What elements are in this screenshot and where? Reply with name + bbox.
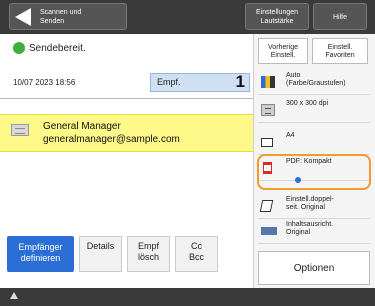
recipient-list-item[interactable]: General Manager generalmanager@sample.co… bbox=[0, 114, 253, 152]
recipients-count: 1 bbox=[235, 72, 245, 91]
recipients-label: Empf. bbox=[157, 77, 181, 87]
help-button[interactable]: Hilfe bbox=[313, 3, 367, 30]
favorite-settings-button[interactable]: Einstell. Favoriten bbox=[312, 38, 368, 64]
scan-size-label: A4 bbox=[286, 132, 295, 139]
list-divider bbox=[0, 98, 253, 99]
duplex-original-icon bbox=[259, 200, 274, 212]
resolution-setting[interactable]: 300 x 300 dpi bbox=[258, 98, 370, 123]
bottom-bar bbox=[0, 288, 375, 306]
previous-settings-button[interactable]: Vorherige Einstell. bbox=[258, 38, 308, 64]
recipient-email: generalmanager@sample.com bbox=[43, 134, 180, 145]
duplex-original-setting[interactable]: Einstell.doppel- seit. Original bbox=[258, 194, 370, 219]
options-button[interactable]: Optionen bbox=[258, 251, 370, 285]
recipients-header: Empf. 1 bbox=[150, 72, 250, 92]
back-button[interactable]: Scannen und Senden bbox=[9, 3, 127, 30]
status-ready-icon bbox=[13, 42, 25, 54]
details-button[interactable]: Details bbox=[79, 236, 122, 272]
status-row: Sendebereit. bbox=[13, 40, 86, 56]
email-icon bbox=[11, 124, 29, 136]
content-orientation-icon bbox=[261, 227, 277, 235]
recipient-name: General Manager bbox=[43, 121, 121, 132]
settings-volume-button[interactable]: Einstellungen Lautstärke bbox=[245, 3, 309, 30]
content-orientation-label: Inhaltsausricht. Original bbox=[286, 221, 334, 236]
status-monitor-arrow-icon[interactable] bbox=[10, 292, 18, 299]
top-bar: Scannen und Senden Einstellungen Lautstä… bbox=[0, 0, 375, 34]
color-mode-icon bbox=[261, 76, 275, 88]
back-button-label: Scannen und Senden bbox=[40, 9, 82, 25]
file-format-highlight bbox=[257, 154, 371, 190]
status-text: Sendebereit. bbox=[29, 42, 86, 54]
paper-size-icon bbox=[261, 138, 273, 147]
back-arrow-icon bbox=[15, 8, 31, 26]
define-destinations-button[interactable]: Empfänger definieren bbox=[7, 236, 74, 272]
duplex-original-label: Einstell.doppel- seit. Original bbox=[286, 196, 334, 211]
delete-recipient-button[interactable]: Empf lösch bbox=[127, 236, 170, 272]
color-mode-setting[interactable]: Auto (Farbe/Graustufen) bbox=[258, 70, 370, 95]
scan-size-setting[interactable]: A4 bbox=[258, 130, 370, 155]
compact-indicator-icon bbox=[295, 177, 301, 183]
resolution-label: 300 x 300 dpi bbox=[286, 100, 329, 107]
color-mode-label: Auto (Farbe/Graustufen) bbox=[286, 72, 346, 87]
content-orientation-setting[interactable]: Inhaltsausricht. Original bbox=[258, 219, 370, 244]
resolution-icon bbox=[261, 104, 275, 116]
cc-bcc-button[interactable]: Cc Bcc bbox=[175, 236, 218, 272]
date-time: 10/07 2023 18:56 bbox=[13, 78, 76, 87]
